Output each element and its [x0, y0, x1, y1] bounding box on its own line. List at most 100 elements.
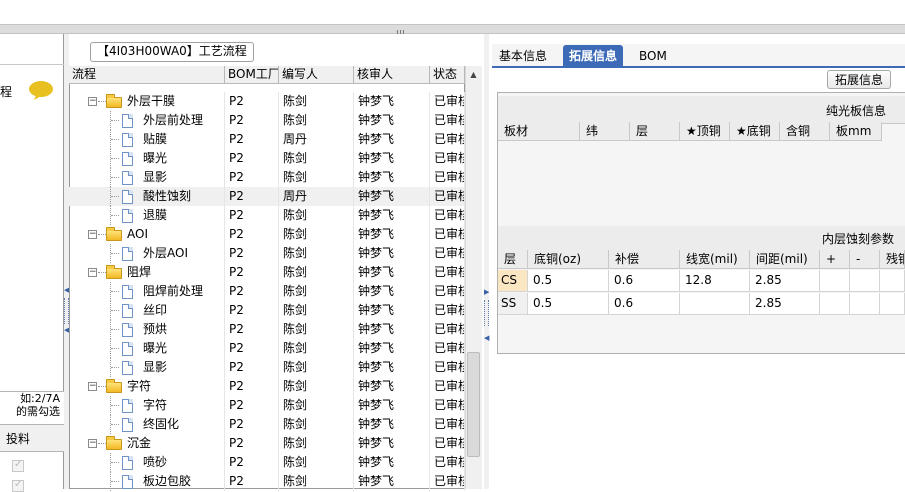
process-tree-row[interactable]: 字符 P2陈剑钟梦飞已审核 — [69, 396, 465, 415]
inner-etch-column-header[interactable]: + — [820, 250, 850, 269]
cell-process[interactable]: − AOI — [69, 225, 225, 244]
process-tree-row[interactable]: − 字符 P2陈剑钟梦飞已审核 — [69, 377, 465, 396]
bare-board-column-header[interactable]: 含铜 — [780, 122, 830, 141]
right-splitter[interactable]: ▶ ◀ — [484, 34, 489, 489]
etch-param-cell[interactable] — [680, 293, 750, 315]
inner-etch-column-header[interactable]: 底铜(oz) — [528, 250, 609, 269]
process-tree-row[interactable]: 显影 P2陈剑钟梦飞已审核 — [69, 168, 465, 187]
collapse-toggle-icon[interactable]: − — [88, 268, 97, 277]
etch-param-cell[interactable] — [850, 270, 880, 292]
cell-process[interactable]: 终固化 — [69, 415, 225, 434]
bare-board-column-header[interactable]: ★底铜 — [730, 122, 780, 141]
top-splitter[interactable] — [0, 24, 905, 34]
tab-bom[interactable]: BOM — [633, 45, 673, 67]
process-tree-row[interactable]: 曝光 P2陈剑钟梦飞已审核 — [69, 339, 465, 358]
column-header-reviewer[interactable]: 核审人 — [354, 66, 430, 84]
cell-process[interactable]: 预烘 — [69, 320, 225, 339]
expand-right-icon[interactable]: ◀ — [484, 334, 489, 342]
cell-process[interactable]: 酸性蚀刻 — [69, 187, 225, 206]
column-header-status[interactable]: 状态 — [430, 66, 465, 84]
column-header-bom-factory[interactable]: BOM工厂 — [225, 66, 279, 84]
cell-process[interactable]: − 沉金 — [69, 434, 225, 453]
collapse-toggle-icon[interactable]: − — [88, 97, 97, 106]
layer-cell[interactable]: CS — [498, 270, 528, 292]
cell-process[interactable]: 退膜 — [69, 206, 225, 225]
bare-board-column-header[interactable]: 板mm — [830, 122, 882, 141]
cell-process[interactable]: 外层前处理 — [69, 111, 225, 130]
cell-process[interactable]: 贴膜 — [69, 130, 225, 149]
process-tree-row[interactable]: 外层AOI P2陈剑钟梦飞已审核 — [69, 244, 465, 263]
inner-etch-column-header[interactable]: - — [850, 250, 880, 269]
process-tree-row[interactable]: 曝光 P2陈剑钟梦飞已审核 — [69, 149, 465, 168]
cell-process[interactable]: 曝光 — [69, 149, 225, 168]
process-tree-row[interactable]: 丝印 P2陈剑钟梦飞已审核 — [69, 301, 465, 320]
inner-etch-column-header[interactable]: 残铜 — [880, 250, 905, 269]
bare-board-column-header[interactable]: 层 — [630, 122, 680, 141]
cell-process[interactable]: 丝印 — [69, 301, 225, 320]
tab-extended-info[interactable]: 拓展信息 — [563, 45, 624, 67]
feed-checkbox[interactable] — [12, 459, 24, 472]
document-icon — [122, 304, 133, 318]
etch-param-cell[interactable]: 2.85 — [750, 270, 820, 292]
etch-param-cell[interactable] — [850, 293, 880, 315]
cell-process[interactable]: 显影 — [69, 168, 225, 187]
inner-etch-column-header[interactable]: 补偿 — [609, 250, 680, 269]
collapse-toggle-icon[interactable]: − — [88, 439, 97, 448]
process-tree-row[interactable]: 终固化 P2陈剑钟梦飞已审核 — [69, 415, 465, 434]
process-tree-row[interactable]: − 阻焊 P2陈剑钟梦飞已审核 — [69, 263, 465, 282]
process-tree-row[interactable]: 外层前处理 P2陈剑钟梦飞已审核 — [69, 111, 465, 130]
bare-board-column-header[interactable]: ★顶铜 — [680, 122, 730, 141]
etch-param-cell[interactable] — [880, 293, 905, 315]
process-tree-row[interactable]: 贴膜 P2周丹钟梦飞已审核 — [69, 130, 465, 149]
feed-checkbox[interactable] — [12, 479, 24, 492]
etch-param-cell[interactable]: 0.6 — [609, 293, 680, 315]
cell-process[interactable]: 阻焊前处理 — [69, 282, 225, 301]
process-tree-row[interactable]: 阻焊前处理 P2陈剑钟梦飞已审核 — [69, 282, 465, 301]
chat-bubble-icon[interactable] — [28, 80, 54, 100]
cell-process[interactable]: 板边包胶 — [69, 472, 225, 491]
splitter-grip-icon[interactable] — [397, 26, 407, 37]
cell-process[interactable]: 曝光 — [69, 339, 225, 358]
etch-param-cell[interactable]: 0.5 — [528, 270, 609, 292]
etch-param-cell[interactable] — [880, 270, 905, 292]
bare-board-column-header[interactable]: 板材 — [498, 122, 580, 141]
process-tree-row[interactable]: − 外层干膜 P2陈剑钟梦飞已审核 — [69, 92, 465, 111]
inner-etch-column-header[interactable]: 线宽(mil) — [680, 250, 750, 269]
collapse-right-icon[interactable]: ▶ — [484, 288, 489, 296]
column-header-feed[interactable]: 投料 — [6, 430, 30, 447]
cell-process[interactable]: − 阻焊 — [69, 263, 225, 282]
etch-param-cell[interactable]: 0.6 — [609, 270, 680, 292]
scrollbar-thumb[interactable] — [467, 352, 480, 457]
process-tree-row[interactable]: − AOI P2陈剑钟梦飞已审核 — [69, 225, 465, 244]
etch-param-cell[interactable]: 0.5 — [528, 293, 609, 315]
column-header-writer[interactable]: 编写人 — [279, 66, 354, 84]
collapse-toggle-icon[interactable]: − — [88, 230, 97, 239]
column-header-process[interactable]: 流程 — [69, 66, 225, 84]
cell-process[interactable]: 字符 — [69, 396, 225, 415]
process-tree-row[interactable]: 板边包胶 P2陈剑钟梦飞已审核 — [69, 472, 465, 491]
cell-process[interactable]: − 外层干膜 — [69, 92, 225, 111]
extended-info-button[interactable]: 拓展信息 — [827, 70, 891, 89]
tab-basic-info[interactable]: 基本信息 — [493, 45, 553, 67]
process-tree-row[interactable]: 显影 P2陈剑钟梦飞已审核 — [69, 358, 465, 377]
cell-process[interactable]: 显影 — [69, 358, 225, 377]
etch-param-cell[interactable]: 12.8 — [680, 270, 750, 292]
inner-etch-column-header[interactable]: 间距(mil) — [750, 250, 820, 269]
process-step-label: 显影 — [143, 170, 168, 184]
collapse-toggle-icon[interactable]: − — [88, 382, 97, 391]
etch-param-cell[interactable] — [820, 293, 850, 315]
process-tree-row[interactable]: 酸性蚀刻 P2周丹钟梦飞已审核 — [69, 187, 465, 206]
process-tree-row[interactable]: 喷砂 P2陈剑钟梦飞已审核 — [69, 453, 465, 472]
process-tree-row[interactable]: 退膜 P2陈剑钟梦飞已审核 — [69, 206, 465, 225]
cell-process[interactable]: 外层AOI — [69, 244, 225, 263]
layer-cell[interactable]: SS — [498, 293, 528, 315]
process-tree-row[interactable]: 预烘 P2陈剑钟梦飞已审核 — [69, 320, 465, 339]
process-tree-row[interactable]: − 沉金 P2陈剑钟梦飞已审核 — [69, 434, 465, 453]
scroll-up-arrow-icon[interactable]: ▲ — [466, 68, 481, 82]
cell-process[interactable]: − 字符 — [69, 377, 225, 396]
bare-board-column-header[interactable]: 纬 — [580, 122, 630, 141]
cell-process[interactable]: 喷砂 — [69, 453, 225, 472]
etch-param-cell[interactable]: 2.85 — [750, 293, 820, 315]
inner-etch-column-header[interactable]: 层 — [498, 250, 528, 269]
etch-param-cell[interactable] — [820, 270, 850, 292]
